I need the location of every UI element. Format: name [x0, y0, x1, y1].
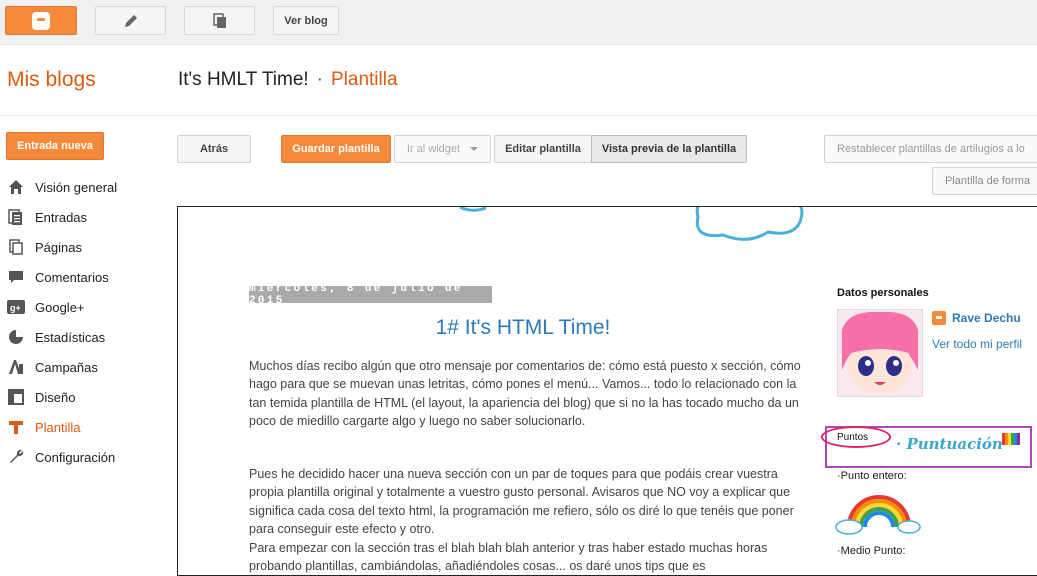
post-title[interactable]: 1# It's HTML Time! [249, 316, 797, 340]
post-paragraph: Pues he decidido hacer una nueva sección… [249, 465, 803, 575]
sidebar-item-pages[interactable]: Páginas [0, 232, 170, 262]
puntos-heading: Puntos [837, 432, 869, 443]
sidebar-item-posts[interactable]: Entradas [0, 202, 170, 232]
new-post-button[interactable]: Entrada nueva [6, 132, 104, 160]
mobile-template-button[interactable]: Plantilla de forma [932, 167, 1037, 195]
sidebar-item-template[interactable]: Plantilla [0, 412, 170, 442]
sidebar-heading: Datos personales [837, 287, 929, 299]
sidebar-nav: Visión general Entradas Páginas Comentar… [0, 172, 170, 472]
sidebar-item-label: Plantilla [35, 419, 81, 435]
sidebar-item-google-plus[interactable]: g+ Google+ [0, 292, 170, 322]
sidebar-item-label: Visión general [35, 179, 118, 195]
restore-widget-templates-button[interactable]: Restablecer plantillas de artilugios a l… [824, 135, 1037, 163]
pages-button[interactable] [184, 6, 255, 35]
blog-name: It's HMLT Time! [178, 69, 309, 90]
go-to-widget-label: Ir al widget [406, 143, 461, 155]
campaigns-icon [7, 358, 25, 376]
new-post-pencil-button[interactable] [95, 6, 166, 35]
page-title: It's HMLT Time! · Plantilla [178, 69, 398, 91]
back-button[interactable]: Atrás [177, 135, 251, 163]
sidebar-item-label: Páginas [35, 239, 82, 255]
template-preview-frame[interactable]: miércoles, 8 de julio de 2015 1# It's HT… [177, 206, 1037, 576]
layout-icon [7, 388, 25, 406]
blue-dash-decoration-icon [459, 207, 487, 212]
full-point-label: ·Punto entero: [837, 470, 907, 482]
stats-icon [7, 328, 25, 346]
home-icon [7, 178, 25, 196]
preview-template-button[interactable]: Vista previa de la plantilla [591, 135, 747, 163]
sidebar-item-label: Estadísticas [35, 329, 106, 345]
post-paragraph: Muchos días recibo algún que otro mensaj… [249, 359, 801, 429]
half-point-label: ·Medio Punto: [837, 545, 906, 557]
go-to-widget-dropdown[interactable]: Ir al widget [394, 135, 491, 163]
profile-name: Rave Dechu [952, 311, 1021, 325]
sidebar-item-label: Diseño [35, 389, 76, 405]
blogger-logo-icon [32, 11, 50, 30]
comments-icon [7, 268, 25, 286]
view-blog-button[interactable]: Ver blog [273, 6, 339, 35]
view-full-profile-link[interactable]: Ver todo mi perfil [932, 337, 1022, 351]
top-bar: Ver blog [0, 0, 1037, 45]
avatar-image [842, 311, 918, 394]
sidebar-item-comments[interactable]: Comentarios [0, 262, 170, 292]
rainbow-cloud-icon [835, 495, 921, 535]
sidebar-item-label: Comentarios [35, 269, 109, 285]
sidebar-item-layout[interactable]: Diseño [0, 382, 170, 412]
pages-icon [212, 12, 226, 28]
section-name: Plantilla [331, 69, 398, 90]
posts-icon [7, 208, 25, 226]
post-paragraph-text: Pues he decidido hacer una nueva sección… [249, 467, 794, 537]
profile-avatar[interactable] [837, 309, 923, 397]
sidebar-item-label: Configuración [35, 449, 116, 465]
edit-template-button[interactable]: Editar plantilla [494, 135, 592, 163]
sidebar-item-label: Campañas [35, 359, 98, 375]
pages-icon [7, 238, 25, 256]
blogger-logo-button[interactable] [5, 6, 77, 35]
cloud-decoration-icon [695, 207, 804, 241]
sidebar-item-settings[interactable]: Configuración [0, 442, 170, 472]
sidebar-item-stats[interactable]: Estadísticas [0, 322, 170, 352]
sidebar-item-overview[interactable]: Visión general [0, 172, 170, 202]
google-plus-icon: g+ [7, 298, 25, 316]
template-icon [7, 418, 25, 436]
post-paragraph-text: Para empezar con la sección tras el blah… [249, 540, 768, 574]
wrench-icon [7, 448, 25, 466]
header: Mis blogs It's HMLT Time! · Plantilla [0, 46, 1037, 116]
small-rainbow-icon [1002, 433, 1020, 445]
my-blogs-link[interactable]: Mis blogs [7, 68, 96, 92]
sidebar-item-label: Entradas [35, 209, 88, 225]
sidebar-item-label: Google+ [35, 299, 85, 315]
blogger-profile-icon [932, 311, 946, 325]
post-date: miércoles, 8 de julio de 2015 [249, 283, 492, 307]
sidebar-item-campaigns[interactable]: Campañas [0, 352, 170, 382]
pencil-icon [124, 14, 137, 27]
svg-text:g+: g+ [10, 303, 21, 313]
save-template-button[interactable]: Guardar plantilla [281, 135, 391, 163]
title-separator: · [316, 69, 323, 90]
chevron-down-icon [470, 147, 479, 151]
profile-name-link[interactable]: Rave Dechu [932, 311, 1021, 325]
puntuacion-banner: · Puntuación [896, 435, 1003, 453]
